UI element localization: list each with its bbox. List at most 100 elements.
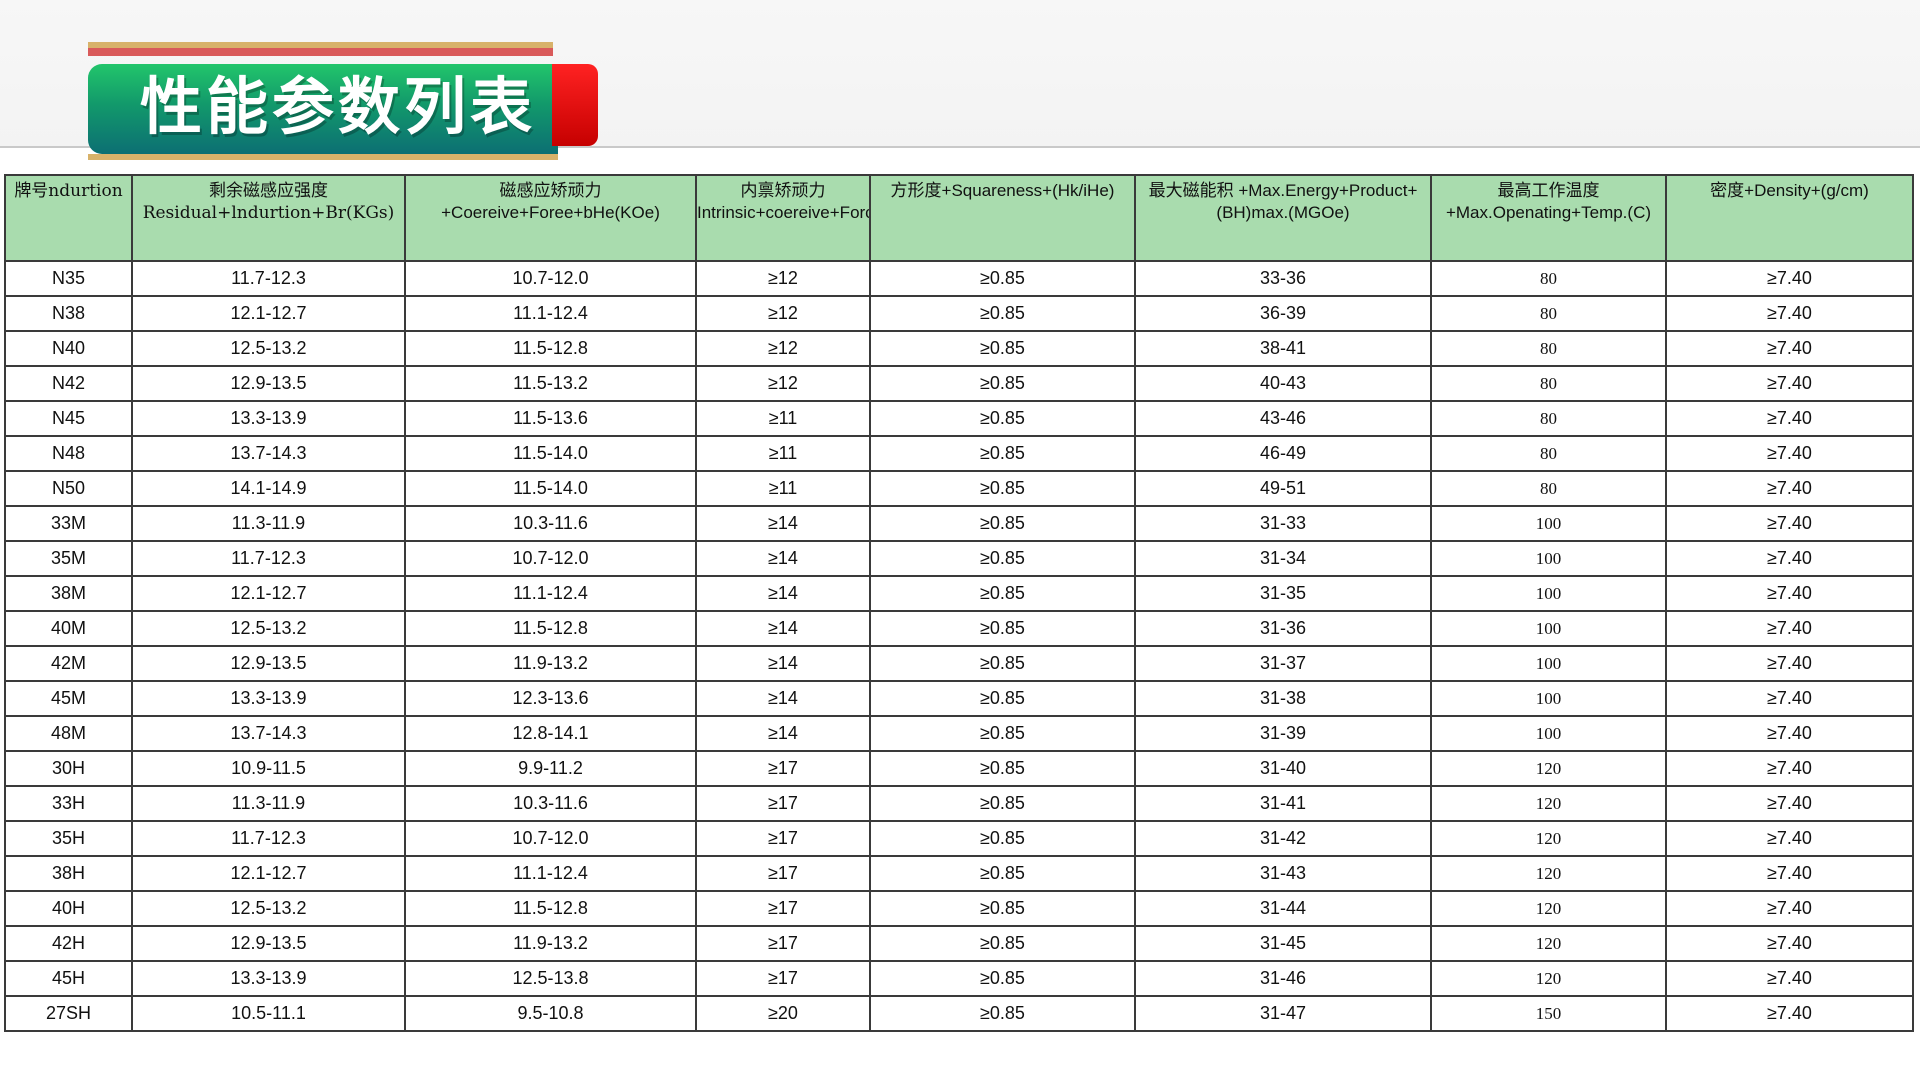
col-header-residual-induction: 剩余磁感应强度 Residual+lndurtion+Br(KGs)	[131, 174, 406, 262]
cell-intrinsic-coercivity: ≥14	[695, 680, 871, 717]
table-row: N42 12.9-13.5 11.5-13.2 ≥12 ≥0.85 40-43 80 ≥7.4…	[4, 365, 1914, 402]
cell-coercive-force: 11.1-12.4	[404, 855, 697, 892]
spec-table-container: 牌号ndurtion 剩余磁感应强度 Residual+lndurtion+Br…	[4, 174, 1914, 1032]
table-row: N50 14.1-14.9 11.5-14.0 ≥11 ≥0.85 49-51 80 ≥7.4…	[4, 470, 1914, 507]
cell-max-energy-product: 31-42	[1134, 820, 1432, 857]
table-row: 40M 12.5-13.2 11.5-12.8 ≥14 ≥0.85 31-36 100 ≥7.…	[4, 610, 1914, 647]
cell-coercive-force: 12.8-14.1	[404, 715, 697, 752]
cell-max-temp: 120	[1430, 925, 1667, 962]
cell-squareness: ≥0.85	[869, 855, 1136, 892]
banner-red-tab	[552, 64, 598, 146]
cell-max-energy-product: 31-40	[1134, 750, 1432, 787]
cell-coercive-force: 11.5-12.8	[404, 330, 697, 367]
cell-coercive-force: 10.3-11.6	[404, 785, 697, 822]
cell-max-temp: 100	[1430, 610, 1667, 647]
cell-max-temp: 80	[1430, 365, 1667, 402]
cell-squareness: ≥0.85	[869, 260, 1136, 297]
cell-intrinsic-coercivity: ≥14	[695, 505, 871, 542]
table-row: N45 13.3-13.9 11.5-13.6 ≥11 ≥0.85 43-46 80 ≥7.4…	[4, 400, 1914, 437]
cell-max-energy-product: 31-45	[1134, 925, 1432, 962]
cell-coercive-force: 11.5-13.2	[404, 365, 697, 402]
cell-max-energy-product: 31-34	[1134, 540, 1432, 577]
cell-residual-induction: 10.5-11.1	[131, 995, 406, 1032]
cell-grade: 33M	[4, 505, 133, 542]
cell-max-energy-product: 31-39	[1134, 715, 1432, 752]
cell-coercive-force: 9.5-10.8	[404, 995, 697, 1032]
cell-residual-induction: 13.3-13.9	[131, 400, 406, 437]
cell-density: ≥7.40	[1665, 715, 1914, 752]
cell-grade: 40H	[4, 890, 133, 927]
cell-squareness: ≥0.85	[869, 295, 1136, 332]
cell-squareness: ≥0.85	[869, 715, 1136, 752]
cell-grade: 33H	[4, 785, 133, 822]
cell-intrinsic-coercivity: ≥17	[695, 750, 871, 787]
cell-grade: 35M	[4, 540, 133, 577]
table-row: 48M 13.7-14.3 12.8-14.1 ≥14 ≥0.85 31-39 100 ≥7.…	[4, 715, 1914, 752]
cell-max-temp: 120	[1430, 890, 1667, 927]
cell-squareness: ≥0.85	[869, 680, 1136, 717]
col-header-max-temp: 最高工作温度 +Max.Openating+Temp.(C)	[1430, 174, 1667, 262]
cell-max-energy-product: 43-46	[1134, 400, 1432, 437]
cell-grade: N50	[4, 470, 133, 507]
cell-max-energy-product: 31-46	[1134, 960, 1432, 997]
cell-density: ≥7.40	[1665, 785, 1914, 822]
cell-max-energy-product: 31-38	[1134, 680, 1432, 717]
cell-intrinsic-coercivity: ≥14	[695, 610, 871, 647]
cell-max-temp: 100	[1430, 680, 1667, 717]
cell-coercive-force: 11.9-13.2	[404, 645, 697, 682]
table-row: 30H 10.9-11.5 9.9-11.2 ≥17 ≥0.85 31-40 120 ≥7.4…	[4, 750, 1914, 787]
cell-squareness: ≥0.85	[869, 330, 1136, 367]
cell-residual-induction: 12.1-12.7	[131, 575, 406, 612]
table-row: 33M 11.3-11.9 10.3-11.6 ≥14 ≥0.85 31-33 100 ≥7.…	[4, 505, 1914, 542]
cell-intrinsic-coercivity: ≥14	[695, 575, 871, 612]
cell-max-temp: 80	[1430, 295, 1667, 332]
cell-max-energy-product: 31-44	[1134, 890, 1432, 927]
cell-intrinsic-coercivity: ≥14	[695, 715, 871, 752]
cell-coercive-force: 11.5-12.8	[404, 890, 697, 927]
cell-squareness: ≥0.85	[869, 925, 1136, 962]
cell-intrinsic-coercivity: ≥12	[695, 260, 871, 297]
cell-coercive-force: 10.7-12.0	[404, 540, 697, 577]
cell-squareness: ≥0.85	[869, 820, 1136, 857]
cell-density: ≥7.40	[1665, 330, 1914, 367]
cell-squareness: ≥0.85	[869, 610, 1136, 647]
cell-max-temp: 120	[1430, 820, 1667, 857]
cell-max-temp: 80	[1430, 470, 1667, 507]
cell-squareness: ≥0.85	[869, 960, 1136, 997]
cell-residual-induction: 13.3-13.9	[131, 680, 406, 717]
table-row: 35H 11.7-12.3 10.7-12.0 ≥17 ≥0.85 31-42 120 ≥7.…	[4, 820, 1914, 857]
cell-residual-induction: 13.7-14.3	[131, 715, 406, 752]
col-header-intrinsic-coercivity: 内禀矫顽力 Intrinsic+coereive+Force+iGe(KOe)	[695, 174, 871, 262]
cell-squareness: ≥0.85	[869, 400, 1136, 437]
cell-density: ≥7.40	[1665, 470, 1914, 507]
cell-residual-induction: 10.9-11.5	[131, 750, 406, 787]
cell-intrinsic-coercivity: ≥11	[695, 400, 871, 437]
col-header-grade: 牌号ndurtion	[4, 174, 133, 262]
cell-coercive-force: 10.7-12.0	[404, 260, 697, 297]
table-body: N35 11.7-12.3 10.7-12.0 ≥12 ≥0.85 33-36 80 ≥7.4…	[4, 260, 1914, 1032]
cell-intrinsic-coercivity: ≥20	[695, 995, 871, 1032]
table-row: 27SH 10.5-11.1 9.5-10.8 ≥20 ≥0.85 31-47 150 ≥7.…	[4, 995, 1914, 1032]
cell-squareness: ≥0.85	[869, 470, 1136, 507]
col-header-coercive-force: 磁感应矫顽力 +Coereive+Foree+bHe(KOe)	[404, 174, 697, 262]
cell-coercive-force: 11.5-13.6	[404, 400, 697, 437]
cell-max-temp: 80	[1430, 435, 1667, 472]
cell-max-energy-product: 31-33	[1134, 505, 1432, 542]
banner-gold-stripe	[88, 42, 553, 48]
cell-density: ≥7.40	[1665, 680, 1914, 717]
cell-density: ≥7.40	[1665, 925, 1914, 962]
table-row: N35 11.7-12.3 10.7-12.0 ≥12 ≥0.85 33-36 80 ≥7.4…	[4, 260, 1914, 297]
cell-density: ≥7.40	[1665, 505, 1914, 542]
cell-max-temp: 120	[1430, 750, 1667, 787]
cell-squareness: ≥0.85	[869, 540, 1136, 577]
col-header-max-energy-product: 最大磁能积 +Max.Energy+Product+(BH)max.(MGOe)	[1134, 174, 1432, 262]
cell-grade: 48M	[4, 715, 133, 752]
table-row: 40H 12.5-13.2 11.5-12.8 ≥17 ≥0.85 31-44 120 ≥7.…	[4, 890, 1914, 927]
cell-max-temp: 100	[1430, 505, 1667, 542]
cell-intrinsic-coercivity: ≥17	[695, 925, 871, 962]
cell-residual-induction: 12.5-13.2	[131, 610, 406, 647]
table-row: 42H 12.9-13.5 11.9-13.2 ≥17 ≥0.85 31-45 120 ≥7.…	[4, 925, 1914, 962]
cell-grade: N40	[4, 330, 133, 367]
cell-residual-induction: 11.7-12.3	[131, 540, 406, 577]
cell-grade: N48	[4, 435, 133, 472]
